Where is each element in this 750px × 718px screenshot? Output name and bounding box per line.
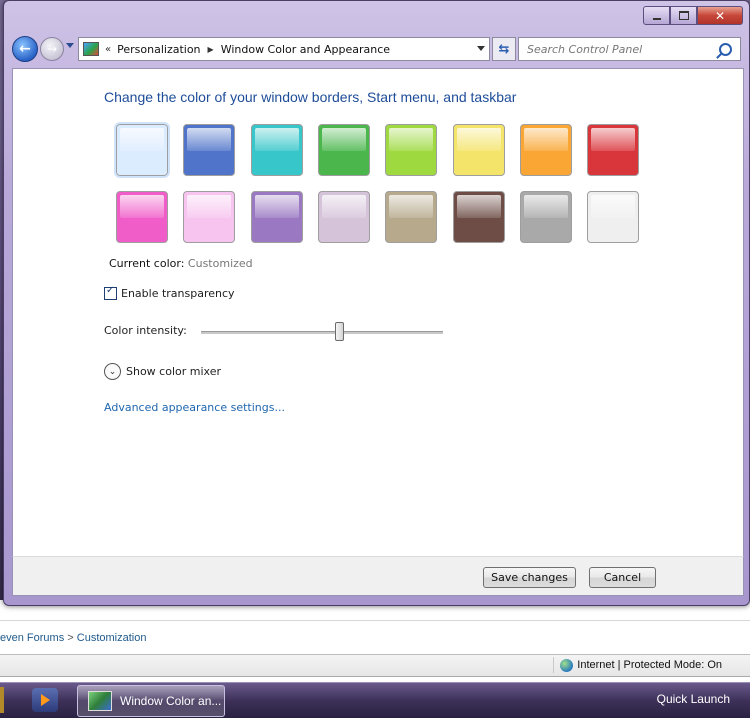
- close-icon: ✕: [714, 8, 726, 23]
- page-title: Change the color of your window borders,…: [104, 89, 517, 105]
- control-panel-app-icon: [88, 691, 112, 711]
- color-swatch-lime[interactable]: [385, 124, 438, 176]
- control-panel-icon: [83, 42, 99, 56]
- color-swatch-lemon[interactable]: [452, 124, 505, 176]
- breadcrumb-forums-link[interactable]: even Forums: [0, 632, 64, 644]
- taskbar-button-window-color[interactable]: Window Color an...: [77, 685, 225, 717]
- back-button[interactable]: ←: [12, 36, 38, 62]
- background-breadcrumb: even Forums > Customization: [0, 632, 146, 644]
- show-color-mixer-toggle[interactable]: ⌄ Show color mixer: [104, 363, 221, 380]
- taskbar: Window Color an... Quick Launch: [0, 682, 750, 718]
- current-color-value: Customized: [187, 257, 253, 270]
- color-swatch-ruby[interactable]: [587, 124, 640, 176]
- breadcrumb-separator: >: [67, 632, 74, 644]
- play-icon: [40, 694, 50, 706]
- current-color-label: Current color:: [109, 257, 185, 270]
- advanced-appearance-link[interactable]: Advanced appearance settings...: [104, 401, 285, 414]
- breadcrumb-personalization[interactable]: Personalization: [117, 43, 200, 56]
- start-orb-edge[interactable]: [0, 687, 4, 713]
- color-swatch-sky[interactable]: [114, 122, 170, 178]
- intensity-slider-track[interactable]: [201, 331, 443, 334]
- color-swatch-sea[interactable]: [250, 124, 303, 176]
- background-divider: [0, 620, 750, 621]
- close-button[interactable]: ✕: [697, 6, 743, 25]
- save-changes-button[interactable]: Save changes: [483, 567, 576, 588]
- security-zone-label: Internet | Protected Mode: On: [577, 659, 722, 671]
- color-swatch-leaf[interactable]: [317, 124, 370, 176]
- forward-button[interactable]: →: [40, 37, 64, 61]
- content-pane: Change the color of your window borders,…: [12, 68, 744, 558]
- security-zone[interactable]: Internet | Protected Mode: On: [553, 657, 722, 673]
- expand-chevron-icon[interactable]: ⌄: [104, 363, 121, 380]
- color-swatch-lavender[interactable]: [317, 191, 370, 243]
- intensity-slider-thumb[interactable]: [334, 322, 344, 341]
- transparency-checkbox[interactable]: [104, 285, 117, 300]
- color-swatch-taupe[interactable]: [385, 191, 438, 243]
- refresh-icon: ⇆: [498, 41, 510, 57]
- dialog-footer: Save changes Cancel: [12, 556, 744, 596]
- minimize-icon: [652, 17, 661, 20]
- media-player-quicklaunch-icon[interactable]: [32, 688, 58, 712]
- color-swatch-twilight[interactable]: [183, 124, 236, 176]
- globe-icon: [560, 658, 574, 672]
- breadcrumb-customization-link[interactable]: Customization: [77, 632, 147, 644]
- search-icon[interactable]: [719, 42, 732, 56]
- color-swatch-pumpkin[interactable]: [519, 124, 572, 176]
- control-panel-window: ✕ ← → « Personalization ▶ Window Color a…: [3, 0, 750, 606]
- caption-buttons: ✕: [643, 6, 743, 25]
- transparency-option[interactable]: Enable transparency: [104, 285, 235, 300]
- maximize-button[interactable]: [670, 6, 697, 25]
- maximize-icon: [678, 11, 689, 20]
- color-swatch-chocolate[interactable]: [452, 191, 505, 243]
- color-swatch-frost[interactable]: [587, 191, 640, 243]
- color-mixer-label[interactable]: Show color mixer: [126, 365, 221, 378]
- recent-pages-dropdown[interactable]: [66, 43, 74, 48]
- back-arrow-icon: ←: [19, 41, 31, 57]
- minimize-button[interactable]: [643, 6, 670, 25]
- browser-status-bar: Internet | Protected Mode: On: [0, 654, 750, 677]
- refresh-button[interactable]: ⇆: [492, 37, 516, 61]
- address-bar[interactable]: « Personalization ▶ Window Color and App…: [78, 37, 490, 61]
- taskbar-button-label: Window Color an...: [120, 694, 222, 708]
- quick-launch-toolbar[interactable]: Quick Launch: [657, 692, 730, 706]
- navigation-bar: ← → « Personalization ▶ Window Color and…: [12, 35, 742, 63]
- search-input[interactable]: [525, 41, 719, 57]
- color-swatch-violet[interactable]: [250, 191, 303, 243]
- cancel-button[interactable]: Cancel: [589, 567, 656, 588]
- address-dropdown-icon[interactable]: [477, 46, 485, 51]
- search-box: [518, 37, 741, 61]
- color-swatch-blush[interactable]: [183, 191, 236, 243]
- color-swatch-fuchsia[interactable]: [116, 191, 168, 243]
- address-overflow-chevron[interactable]: «: [105, 44, 111, 55]
- breadcrumb-arrow-icon[interactable]: ▶: [208, 45, 214, 54]
- intensity-label: Color intensity:: [104, 324, 187, 337]
- forward-arrow-icon: →: [46, 42, 58, 56]
- transparency-label[interactable]: Enable transparency: [121, 287, 235, 300]
- color-swatch-slate[interactable]: [519, 191, 572, 243]
- current-color: Current color: Customized: [109, 257, 253, 270]
- breadcrumb-window-color[interactable]: Window Color and Appearance: [221, 43, 390, 56]
